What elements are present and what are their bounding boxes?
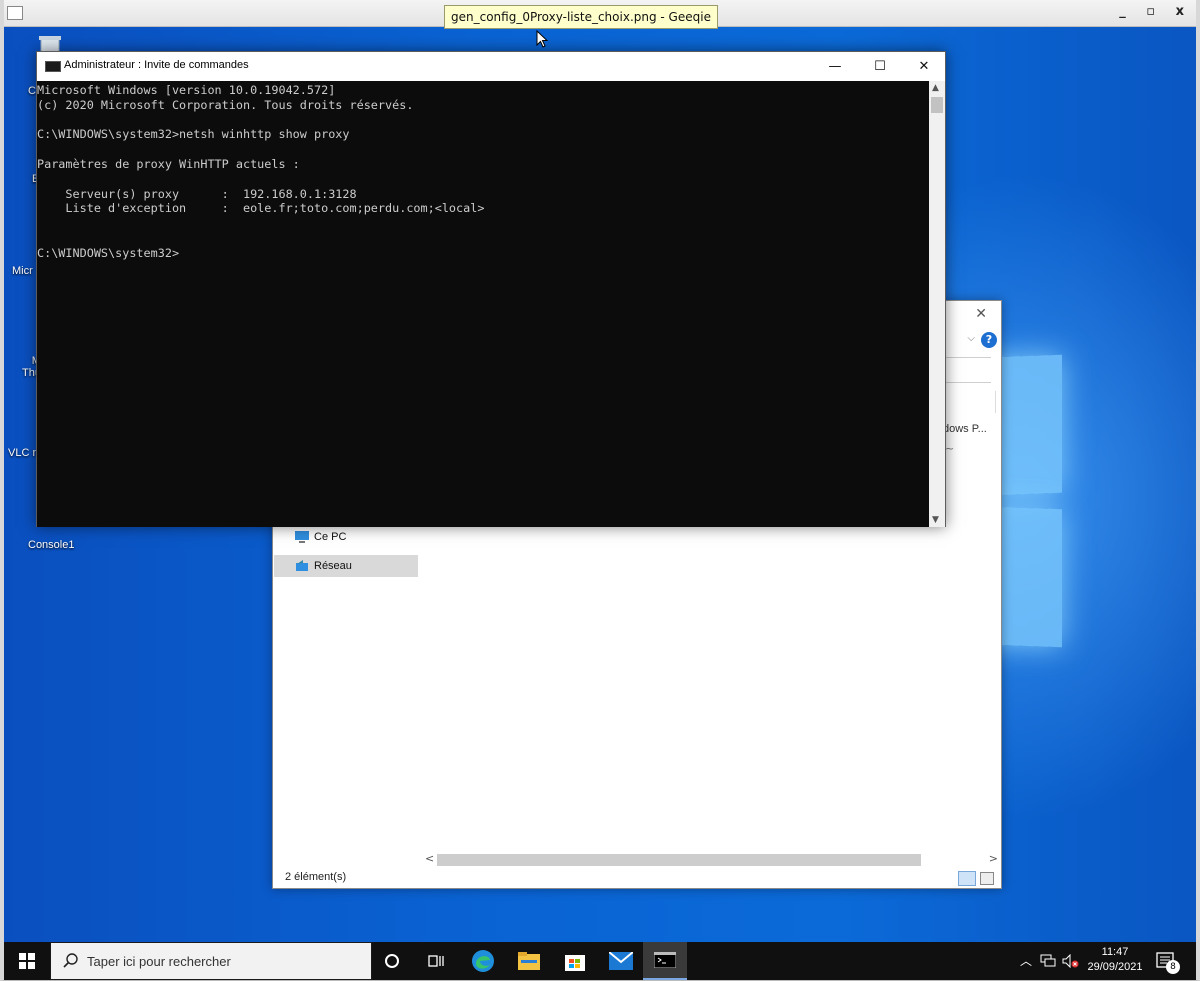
vertical-scrollbar[interactable]: ▲ ▼ xyxy=(929,81,945,527)
notification-count-badge: 8 xyxy=(1166,960,1180,974)
taskbar-search-box[interactable]: Taper ici pour rechercher xyxy=(50,942,372,980)
nav-item-label: Réseau xyxy=(314,560,352,572)
this-pc-icon xyxy=(295,531,309,543)
close-button[interactable]: ✕ xyxy=(902,52,946,81)
desktop-icon-label: Console1 xyxy=(28,539,75,551)
clock-date: 29/09/2021 xyxy=(1087,961,1143,973)
mail-icon xyxy=(609,952,633,970)
search-input[interactable] xyxy=(945,357,991,383)
mouse-cursor-icon xyxy=(536,30,549,48)
scrollbar-thumb[interactable] xyxy=(437,854,921,866)
close-icon[interactable]: ✕ xyxy=(975,306,987,322)
action-center-button[interactable]: 8 xyxy=(1154,950,1180,974)
console-line: Liste d'exception : eole.fr;toto.com;per… xyxy=(37,201,485,216)
volume-muted-icon[interactable] xyxy=(1062,954,1080,968)
task-view-button[interactable] xyxy=(414,942,458,980)
console-line: Serveur(s) proxy : 192.168.0.1:3128 xyxy=(37,186,357,201)
file-item-sublabel: ~ xyxy=(945,442,955,455)
console-line: C:\WINDOWS\system32> xyxy=(37,245,180,260)
network-icon xyxy=(296,560,308,571)
store-icon xyxy=(565,955,585,971)
nav-item-network[interactable]: Réseau xyxy=(274,555,418,577)
scroll-down-icon[interactable]: ▼ xyxy=(932,515,939,525)
large-icons-view-icon[interactable] xyxy=(980,872,994,885)
desktop-icon-label: Micr xyxy=(12,265,33,277)
taskbar-store[interactable] xyxy=(553,942,597,980)
windows-logo-icon xyxy=(19,953,35,969)
search-placeholder: Taper ici pour rechercher xyxy=(87,954,231,969)
edge-icon xyxy=(472,950,494,972)
scrollbar-thumb[interactable] xyxy=(931,97,943,113)
tooltip-text: gen_config_0Proxy-liste_choix.png - Geeq… xyxy=(451,10,711,24)
command-prompt-window: Administrateur : Invite de commandes — ☐… xyxy=(36,51,946,527)
taskbar-mail[interactable] xyxy=(599,942,643,980)
task-view-icon xyxy=(428,955,444,967)
title-tooltip: gen_config_0Proxy-liste_choix.png - Geeq… xyxy=(444,5,718,29)
taskbar-edge[interactable] xyxy=(461,942,505,980)
console-line: C:\WINDOWS\system32>netsh winhttp show p… xyxy=(37,127,350,142)
desktop-icon-label: C xyxy=(28,85,36,97)
cortana-button[interactable] xyxy=(370,942,414,980)
console-line: Microsoft Windows [version 10.0.19042.57… xyxy=(37,83,336,97)
cmd-icon xyxy=(654,952,676,968)
nav-item-label: Ce PC xyxy=(314,531,347,543)
desktop: C E Micr M Thu VLC m Console1 ✕ ⌵ ? dows… xyxy=(4,27,1196,942)
help-icon[interactable]: ? xyxy=(981,332,997,348)
host-window-controls[interactable]: _ ▫ x xyxy=(1119,4,1192,19)
network-status-icon[interactable] xyxy=(1040,954,1056,968)
console-output[interactable]: Microsoft Windows [version 10.0.19042.57… xyxy=(37,81,929,527)
divider xyxy=(995,391,996,413)
cmd-window-icon xyxy=(45,61,61,72)
scroll-right-icon[interactable]: > xyxy=(989,852,998,865)
start-button[interactable] xyxy=(4,942,50,980)
file-item-label[interactable]: dows P... xyxy=(943,423,987,435)
horizontal-scrollbar[interactable]: < > xyxy=(423,852,1001,869)
file-explorer-icon xyxy=(518,952,540,970)
scroll-up-icon[interactable]: ▲ xyxy=(932,83,939,93)
taskbar-cmd[interactable] xyxy=(643,942,687,980)
chevron-down-icon[interactable]: ⌵ xyxy=(967,333,975,344)
details-view-icon[interactable] xyxy=(958,871,976,886)
taskbar-file-explorer[interactable] xyxy=(507,942,551,980)
console-line: Paramètres de proxy WinHTTP actuels : xyxy=(37,156,300,171)
taskbar: Taper ici pour rechercher ︿ 11:47 29/09/… xyxy=(4,942,1196,980)
maximize-button[interactable]: ☐ xyxy=(858,52,902,81)
window-title: Administrateur : Invite de commandes xyxy=(64,59,249,71)
window-icon[interactable] xyxy=(7,6,23,20)
taskbar-clock[interactable]: 11:47 29/09/2021 xyxy=(1082,945,1148,975)
minimize-button[interactable]: — xyxy=(813,52,857,81)
chevron-up-icon[interactable]: ︿ xyxy=(1020,952,1032,969)
status-text: 2 élément(s) xyxy=(285,871,347,883)
cmd-titlebar[interactable]: Administrateur : Invite de commandes — ☐… xyxy=(37,52,945,81)
nav-item-this-pc[interactable]: Ce PC xyxy=(274,526,418,548)
clock-time: 11:47 xyxy=(1101,946,1129,958)
console-line: (c) 2020 Microsoft Corporation. Tous dro… xyxy=(37,97,414,112)
cortana-icon xyxy=(385,954,399,968)
search-icon xyxy=(63,953,78,968)
scroll-left-icon[interactable]: < xyxy=(425,852,434,865)
